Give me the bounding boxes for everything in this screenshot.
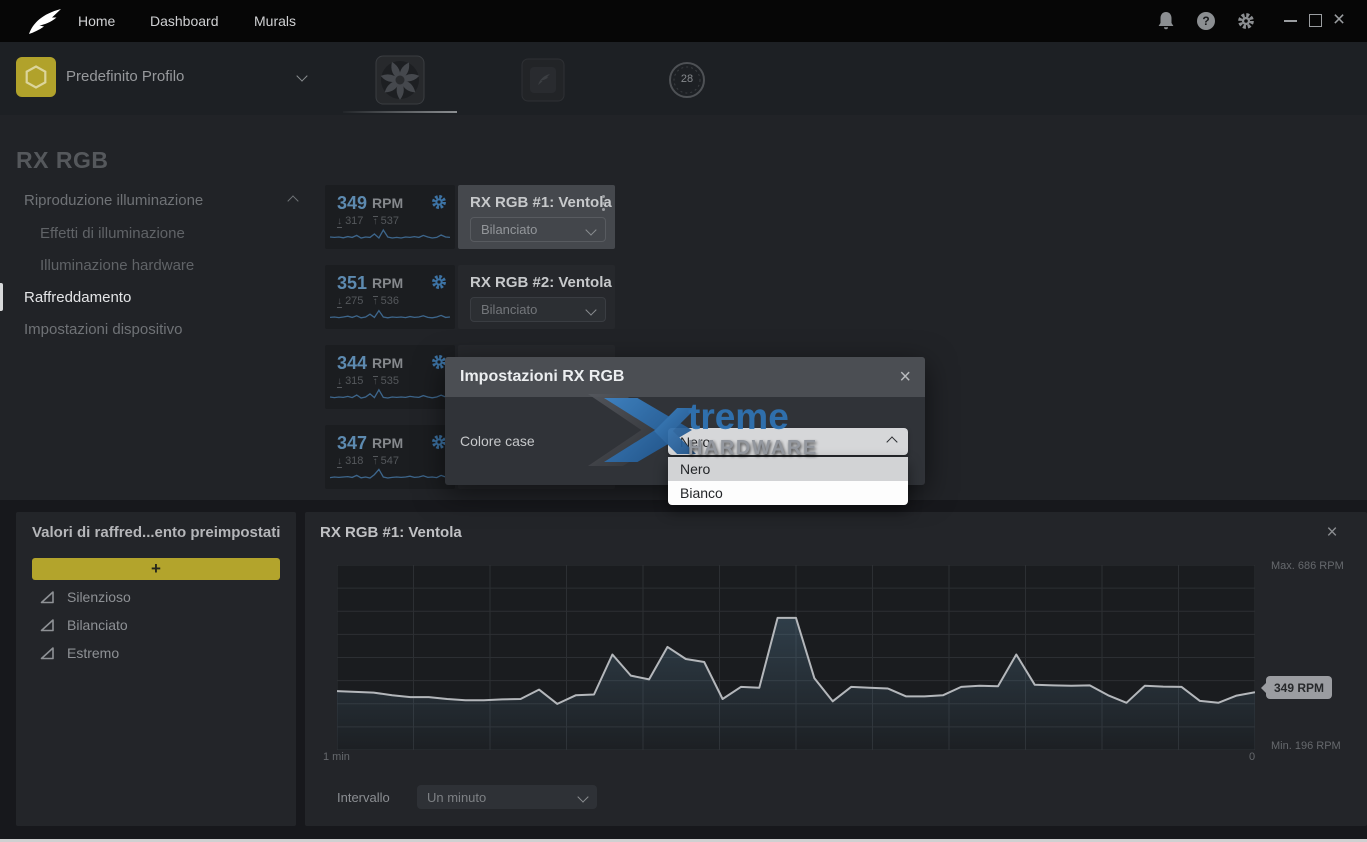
sidebar-item-raffreddamento[interactable]: Raffreddamento [24,289,131,307]
sidebar-title: RX RGB [16,147,108,174]
preset-item-estremo[interactable]: Estremo [40,644,119,662]
fan1-kebab-menu-icon[interactable] [602,195,606,211]
nav-dashboard[interactable]: Dashboard [150,12,219,30]
settings-gear-icon[interactable] [1237,12,1255,30]
device-tab-fan[interactable] [375,55,425,105]
window-minimize-button[interactable] [1284,20,1297,22]
fan2-rpm-unit: RPM [372,275,403,291]
add-preset-button[interactable]: + [32,558,280,580]
preset-label: Estremo [67,645,119,661]
fan1-rpm-unit: RPM [372,195,403,211]
titlebar: Home Dashboard Murals ? × [0,0,1367,42]
curve-ramp-icon [40,590,55,604]
profile-selector-label[interactable]: Predefinito Profilo [66,68,184,85]
chevron-down-icon [585,224,596,235]
fan1-preset-value: Bilanciato [471,222,587,237]
hexagon-profile-icon [25,65,47,89]
max-arrow-icon: ↑ [373,376,378,387]
fan1-card[interactable]: RX RGB #1: Ventola Bilanciato [458,185,615,249]
fan4-sparkline [330,467,450,487]
option-nero[interactable]: Nero [668,457,908,481]
fan2-name: RX RGB #2: Ventola [470,274,612,291]
secondary-device-icon [521,58,565,102]
chart-x-start-label: 1 min [323,751,350,763]
corsair-logo-icon [28,8,62,35]
interval-value: Un minuto [417,790,579,805]
fan4-rpm-unit: RPM [372,435,403,451]
interval-select[interactable]: Un minuto [417,785,597,809]
device-tab-secondary[interactable] [521,58,565,102]
window-maximize-button[interactable] [1309,14,1322,27]
fan1-rpm-value: 349 [337,193,367,214]
sidebar-item-riproduzione-illuminazione[interactable]: Riproduzione illuminazione [24,192,203,210]
fan3-rpm-tile: 344 RPM ↓ 315 ↑ 535 [325,345,455,409]
case-color-options: Nero Bianco [668,457,908,505]
notifications-bell-icon[interactable] [1156,11,1176,31]
chart-max-label: Max. 686 RPM [1271,560,1344,572]
profile-avatar[interactable] [16,57,56,97]
presets-title: Valori di raffred...ento preimpostati [32,524,280,541]
fan2-preset-select[interactable]: Bilanciato [470,297,606,322]
preset-item-bilanciato[interactable]: Bilanciato [40,616,128,634]
modal-title: Impostazioni RX RGB [460,368,624,386]
sidebar-item-impostazioni-dispositivo[interactable]: Impostazioni dispositivo [24,321,182,339]
fan1-preset-select[interactable]: Bilanciato [470,217,606,242]
current-rpm-badge: 349 RPM [1266,676,1332,699]
fan1-settings-gear-icon[interactable] [431,194,447,210]
fan4-rpm-tile: 347 RPM ↓ 318 ↑ 547 [325,425,455,489]
chevron-down-icon [577,791,588,802]
nav-home[interactable]: Home [78,12,115,30]
curve-ramp-icon [40,646,55,660]
curve-ramp-icon [40,618,55,632]
sidebar-chevron-up-icon[interactable] [287,195,298,206]
fan-device-icon [375,55,425,105]
help-icon[interactable]: ? [1196,11,1216,31]
chart-x-end-label: 0 [1249,751,1255,763]
fan2-sparkline [330,307,450,327]
hub-device-badge: 28 [666,73,708,85]
fan3-sparkline [330,387,450,407]
max-arrow-icon: ↑ [373,456,378,467]
window-close-button[interactable]: × [1330,8,1348,32]
fan2-settings-gear-icon[interactable] [431,274,447,290]
nav-murals[interactable]: Murals [254,12,296,30]
max-arrow-icon: ↑ [373,296,378,307]
fan1-name: RX RGB #1: Ventola [470,194,612,211]
fan4-rpm-value: 347 [337,433,367,454]
fan2-card[interactable]: RX RGB #2: Ventola Bilanciato [458,265,615,329]
cooling-presets-panel: Valori di raffred...ento preimpostati + … [16,512,296,826]
fan-chart-panel: RX RGB #1: Ventola × Max. 686 RPM Min. 1… [305,512,1367,826]
max-arrow-icon: ↑ [373,216,378,227]
fan2-rpm-value: 351 [337,273,367,294]
interval-label: Intervallo [337,790,390,805]
chart-title: RX RGB #1: Ventola [320,524,462,541]
active-item-indicator [0,283,3,311]
sidebar-item-effetti-di-illuminazione[interactable]: Effetti di illuminazione [40,225,185,243]
active-tab-underline [343,111,457,113]
fan3-rpm-value: 344 [337,353,367,374]
sidebar-item-illuminazione-hardware[interactable]: Illuminazione hardware [40,257,194,275]
chart-min-label: Min. 196 RPM [1271,740,1341,752]
preset-item-silenzioso[interactable]: Silenzioso [40,588,131,606]
fan2-preset-value: Bilanciato [471,302,587,317]
case-color-label: Colore case [460,433,535,449]
rpm-history-chart [337,565,1255,750]
fan2-rpm-tile: 351 RPM ↓ 275 ↑ 536 [325,265,455,329]
help-glyph: ? [1197,12,1215,30]
chevron-down-icon [585,304,596,315]
case-color-select[interactable]: Nero [668,428,908,455]
case-color-value: Nero [668,434,888,450]
preset-label: Bilanciato [67,617,128,633]
icue-window: Home Dashboard Murals ? × Predefinito Pr… [0,0,1367,842]
preset-label: Silenzioso [67,589,131,605]
chart-close-icon[interactable]: × [1323,524,1341,542]
option-bianco[interactable]: Bianco [668,481,908,505]
device-tab-hub[interactable]: 28 [666,59,708,101]
fan1-rpm-tile: 349 RPM ↓ 317 ↑ 537 [325,185,455,249]
chevron-up-icon [886,436,897,447]
fan1-sparkline [330,227,450,247]
fan3-rpm-unit: RPM [372,355,403,371]
modal-close-icon[interactable]: × [899,367,911,387]
